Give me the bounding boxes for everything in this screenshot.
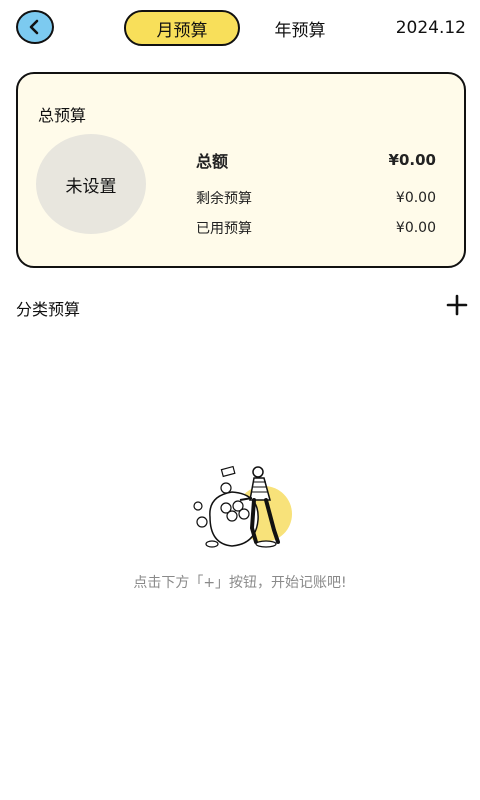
- add-category-budget-button[interactable]: [446, 294, 468, 316]
- remaining-budget-value: ¥0.00: [395, 190, 436, 206]
- date-selector[interactable]: 2024.12: [396, 18, 466, 38]
- total-amount-label: 总额: [196, 152, 229, 171]
- plus-icon: [446, 294, 468, 316]
- empty-state-text: 点击下方「+」按钮，开始记账吧!: [133, 575, 347, 591]
- used-budget-value: ¥0.00: [395, 220, 436, 236]
- category-budget-title: 分类预算: [16, 300, 81, 319]
- total-budget-title: 总预算: [38, 106, 87, 125]
- empty-state-illustration: [190, 462, 300, 556]
- back-button[interactable]: [16, 10, 54, 44]
- tab-monthly-budget[interactable]: 月预算: [124, 10, 240, 46]
- total-amount-value: ¥0.00: [388, 151, 436, 169]
- budget-status-circle: 未设置: [36, 134, 146, 234]
- used-budget-row: 已用预算 ¥0.00: [196, 218, 436, 238]
- chevron-left-icon: [29, 19, 39, 35]
- used-budget-label: 已用预算: [196, 221, 252, 237]
- tab-yearly-budget[interactable]: 年预算: [262, 10, 338, 46]
- total-budget-card[interactable]: 总预算 未设置 总额 ¥0.00 剩余预算 ¥0.00 已用预算 ¥0.00: [16, 72, 466, 268]
- remaining-budget-row: 剩余预算 ¥0.00: [196, 188, 436, 208]
- header: 月预算 年预算 2024.12: [0, 0, 480, 60]
- remaining-budget-label: 剩余预算: [196, 191, 252, 207]
- total-amount-row: 总额 ¥0.00: [196, 148, 436, 172]
